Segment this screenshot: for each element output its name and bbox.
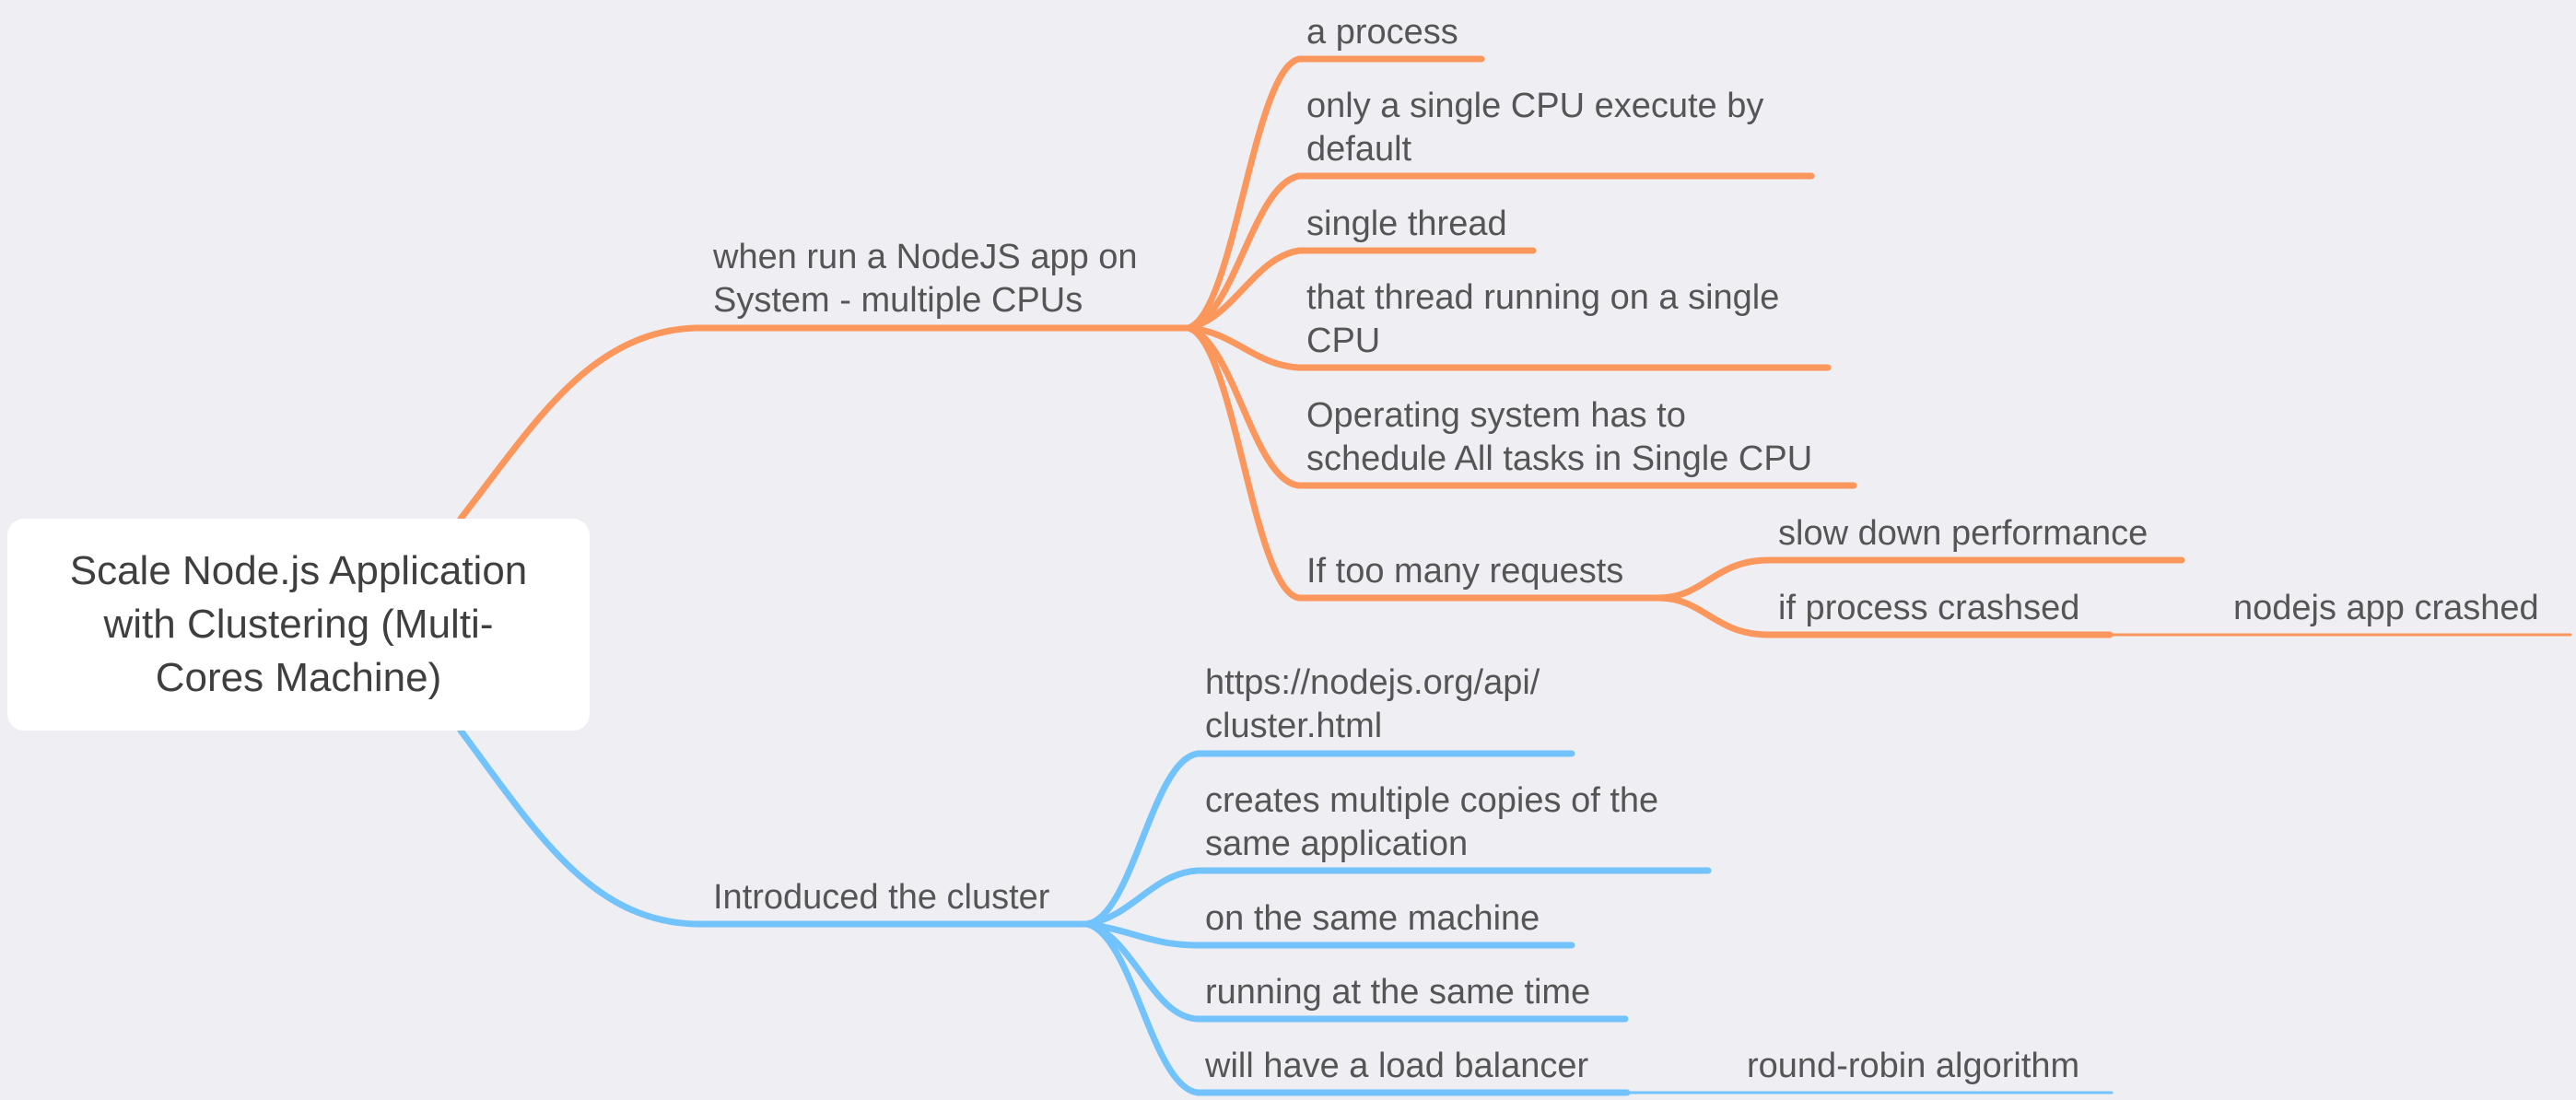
topic-branch-2[interactable]: Introduced the cluster [713, 876, 1049, 919]
topic-b1-c2[interactable]: single thread [1306, 203, 1507, 246]
topic-b1-c1[interactable]: only a single CPU execute by default [1306, 85, 1763, 171]
topic-b2-c2[interactable]: on the same machine [1205, 897, 1540, 941]
topic-g1-gg0[interactable]: nodejs app crashed [2233, 587, 2539, 630]
topic-b2-c1[interactable]: creates multiple copies of the same appl… [1205, 779, 1658, 866]
topic-branch-1[interactable]: when run a NodeJS app on System - multip… [713, 236, 1138, 322]
topic-b1-c5[interactable]: If too many requests [1306, 550, 1623, 593]
topic-b1-c4[interactable]: Operating system has to schedule All tas… [1306, 394, 1812, 481]
topic-b2-c4[interactable]: will have a load balancer [1205, 1045, 1588, 1088]
topic-b1-c0[interactable]: a process [1306, 11, 1458, 54]
topic-b2-c0[interactable]: https://nodejs.org/api/ cluster.html [1205, 661, 1540, 748]
topic-b1-c3[interactable]: that thread running on a single CPU [1306, 276, 1779, 363]
topic-c4-g0[interactable]: round-robin algorithm [1747, 1045, 2079, 1088]
root-topic-label: Scale Node.js Application with Clusterin… [69, 548, 528, 700]
topic-c5-g0[interactable]: slow down performance [1778, 512, 2148, 556]
edge-root-branch-1 [457, 324, 1192, 522]
topic-b2-c3[interactable]: running at the same time [1205, 971, 1590, 1014]
root-topic[interactable]: Scale Node.js Application with Clusterin… [7, 519, 590, 731]
topic-c5-g1[interactable]: if process crashsed [1778, 587, 2079, 630]
